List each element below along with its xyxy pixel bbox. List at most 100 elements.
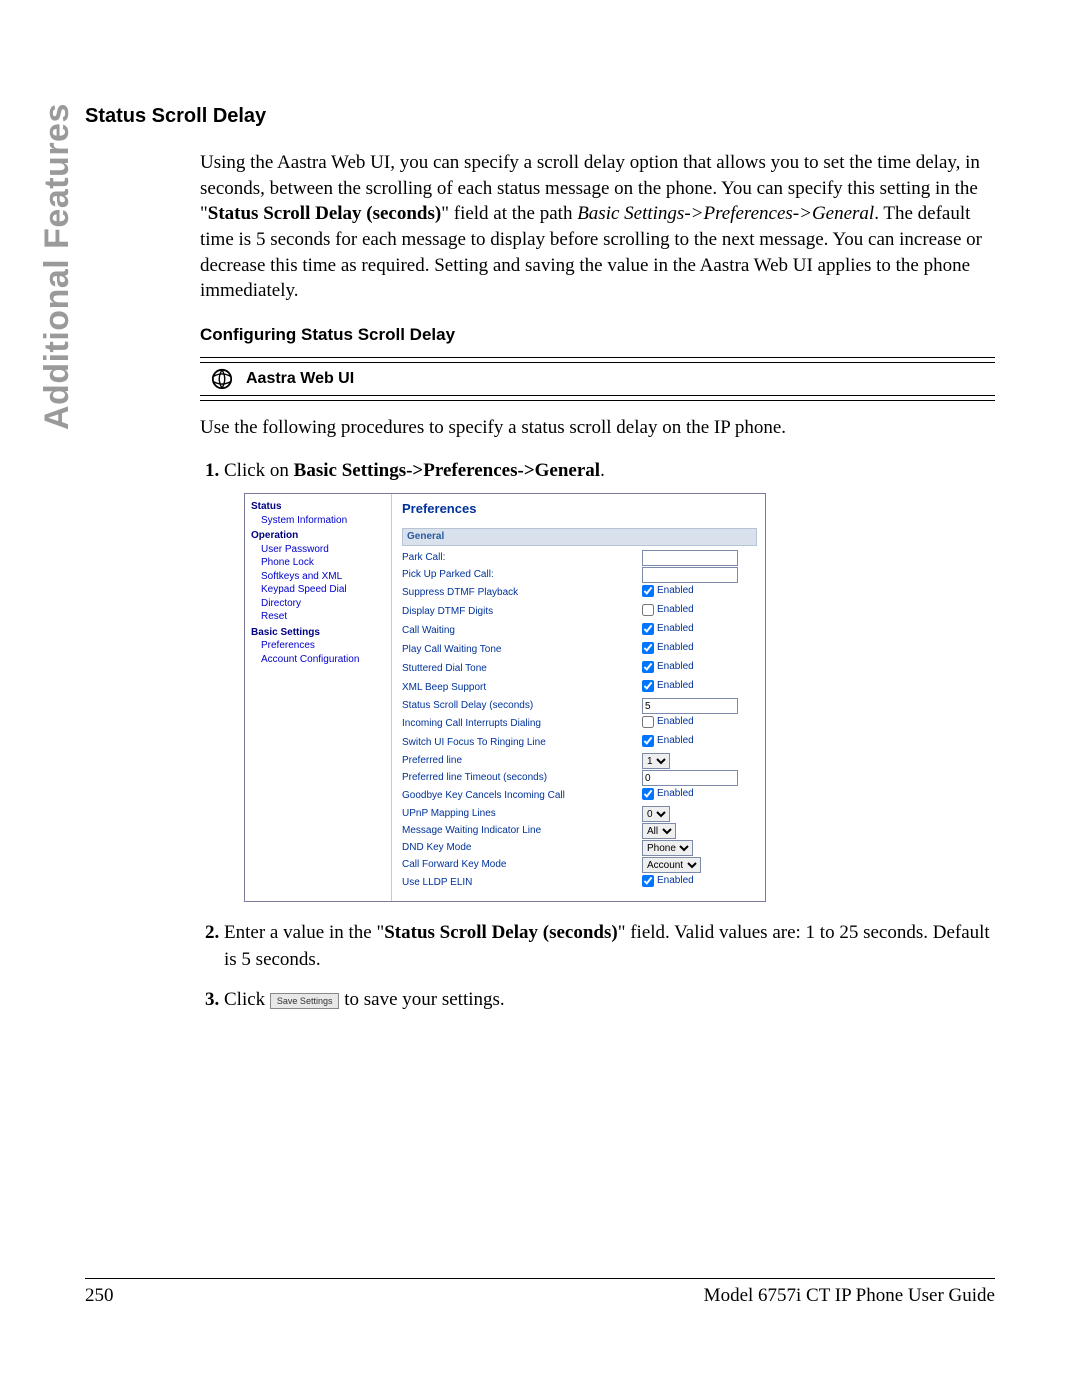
pref-checkbox[interactable] [642, 661, 654, 673]
page-content: Status Scroll Delay Using the Aastra Web… [85, 105, 995, 1028]
web-ui-banner: Aastra Web UI [200, 357, 995, 401]
pref-text-input[interactable] [642, 770, 738, 786]
pref-label: Switch UI Focus To Ringing Line [402, 736, 642, 750]
page-title: Status Scroll Delay [85, 105, 995, 128]
page-number: 250 [85, 1285, 114, 1307]
doc-title: Model 6757i CT IP Phone User Guide [704, 1285, 995, 1307]
nav-reset[interactable]: Reset [261, 610, 389, 624]
pref-text-input[interactable] [642, 567, 738, 583]
ui-section-general: General [402, 528, 757, 546]
pref-row: UPnP Mapping Lines0 [402, 806, 757, 822]
pref-select[interactable]: All [642, 823, 676, 839]
nav-user-password[interactable]: User Password [261, 543, 389, 557]
pref-row: Incoming Call Interrupts Dialing Enabled [402, 715, 757, 733]
pref-checkbox[interactable] [642, 788, 654, 800]
pref-select[interactable]: 1 [642, 753, 670, 769]
pref-value: Enabled [642, 584, 694, 602]
pref-row: Pick Up Parked Call: [402, 567, 757, 583]
pref-text-input[interactable] [642, 698, 738, 714]
pref-label: Pick Up Parked Call: [402, 568, 642, 582]
pref-label: Incoming Call Interrupts Dialing [402, 717, 642, 731]
pref-value: Enabled [642, 874, 694, 892]
pref-row: Message Waiting Indicator LineAll [402, 823, 757, 839]
nav-softkeys-and-xml[interactable]: Softkeys and XML [261, 570, 389, 584]
pref-checkbox[interactable] [642, 642, 654, 654]
pref-row: Call Forward Key ModeAccount [402, 857, 757, 873]
globe-icon [210, 367, 234, 391]
pref-checkbox-label: Enabled [657, 603, 694, 617]
pref-checkbox[interactable] [642, 680, 654, 692]
pref-value: Enabled [642, 715, 694, 733]
nav-directory[interactable]: Directory [261, 597, 389, 611]
pref-value: 1 [642, 753, 670, 769]
ui-main: Preferences General Park Call: Pick Up Pa… [392, 494, 765, 901]
nav-status: Status [251, 500, 389, 514]
pref-select[interactable]: Account [642, 857, 701, 873]
step-2: Enter a value in the "Status Scroll Dela… [224, 920, 995, 973]
step-list: Click on Basic Settings->Preferences->Ge… [200, 458, 995, 1014]
pref-value [642, 770, 738, 786]
save-settings-button[interactable]: Save Settings [270, 993, 340, 1010]
nav-phone-lock[interactable]: Phone Lock [261, 556, 389, 570]
pref-label: Preferred line Timeout (seconds) [402, 771, 642, 785]
pref-checkbox-label: Enabled [657, 679, 694, 693]
pref-value: Enabled [642, 679, 694, 697]
pref-value: Enabled [642, 734, 694, 752]
pref-text-input[interactable] [642, 550, 738, 566]
pref-value: Account [642, 857, 701, 873]
pref-checkbox[interactable] [642, 604, 654, 616]
pref-checkbox[interactable] [642, 585, 654, 597]
step-1: Click on Basic Settings->Preferences->Ge… [224, 458, 995, 902]
pref-label: Suppress DTMF Playback [402, 586, 642, 600]
nav-system-information[interactable]: System Information [261, 514, 389, 528]
pref-label: Display DTMF Digits [402, 605, 642, 619]
step-3: Click Save Settings to save your setting… [224, 987, 995, 1014]
pref-value: Enabled [642, 660, 694, 678]
pref-value [642, 698, 738, 714]
pref-checkbox[interactable] [642, 875, 654, 887]
nav-account-configuration[interactable]: Account Configuration [261, 653, 389, 667]
pref-label: Park Call: [402, 551, 642, 565]
nav-preferences[interactable]: Preferences [261, 639, 389, 653]
ui-title: Preferences [402, 500, 757, 518]
pref-checkbox-label: Enabled [657, 715, 694, 729]
pref-checkbox-label: Enabled [657, 622, 694, 636]
pref-value: All [642, 823, 676, 839]
pref-checkbox-label: Enabled [657, 734, 694, 748]
pref-row: Switch UI Focus To Ringing Line Enabled [402, 734, 757, 752]
nav-basic-settings: Basic Settings [251, 626, 389, 640]
pref-label: UPnP Mapping Lines [402, 807, 642, 821]
pref-label: Message Waiting Indicator Line [402, 824, 642, 838]
pref-label: Preferred line [402, 754, 642, 768]
pref-row: XML Beep SupportEnabled [402, 679, 757, 697]
pref-checkbox[interactable] [642, 623, 654, 635]
pref-value [642, 567, 738, 583]
pref-checkbox-label: Enabled [657, 787, 694, 801]
pref-row: Park Call: [402, 550, 757, 566]
pref-value: Enabled [642, 787, 694, 805]
pref-select[interactable]: Phone [642, 840, 693, 856]
pref-label: Play Call Waiting Tone [402, 643, 642, 657]
pref-select[interactable]: 0 [642, 806, 670, 822]
pref-checkbox[interactable] [642, 735, 654, 747]
pref-value: Enabled [642, 641, 694, 659]
side-tab: Additional Features [38, 430, 78, 830]
pref-label: Call Forward Key Mode [402, 858, 642, 872]
pref-row: Call WaitingEnabled [402, 622, 757, 640]
pref-checkbox-label: Enabled [657, 660, 694, 674]
pref-row: Preferred line1 [402, 753, 757, 769]
side-tab-label: Additional Features [38, 390, 77, 430]
pref-row: Suppress DTMF Playback Enabled [402, 584, 757, 602]
pref-checkbox-label: Enabled [657, 584, 694, 598]
pref-checkbox[interactable] [642, 716, 654, 728]
nav-operation: Operation [251, 529, 389, 543]
pref-row: Goodbye Key Cancels Incoming CallEnabled [402, 787, 757, 805]
intro2: Use the following procedures to specify … [200, 415, 995, 441]
nav-keypad-speed-dial[interactable]: Keypad Speed Dial [261, 583, 389, 597]
intro-paragraph: Using the Aastra Web UI, you can specify… [200, 150, 995, 304]
pref-row: Preferred line Timeout (seconds) [402, 770, 757, 786]
page-footer: 250 Model 6757i CT IP Phone User Guide [85, 1278, 995, 1307]
pref-value: Phone [642, 840, 693, 856]
pref-row: Display DTMF Digits Enabled [402, 603, 757, 621]
pref-value: Enabled [642, 603, 694, 621]
